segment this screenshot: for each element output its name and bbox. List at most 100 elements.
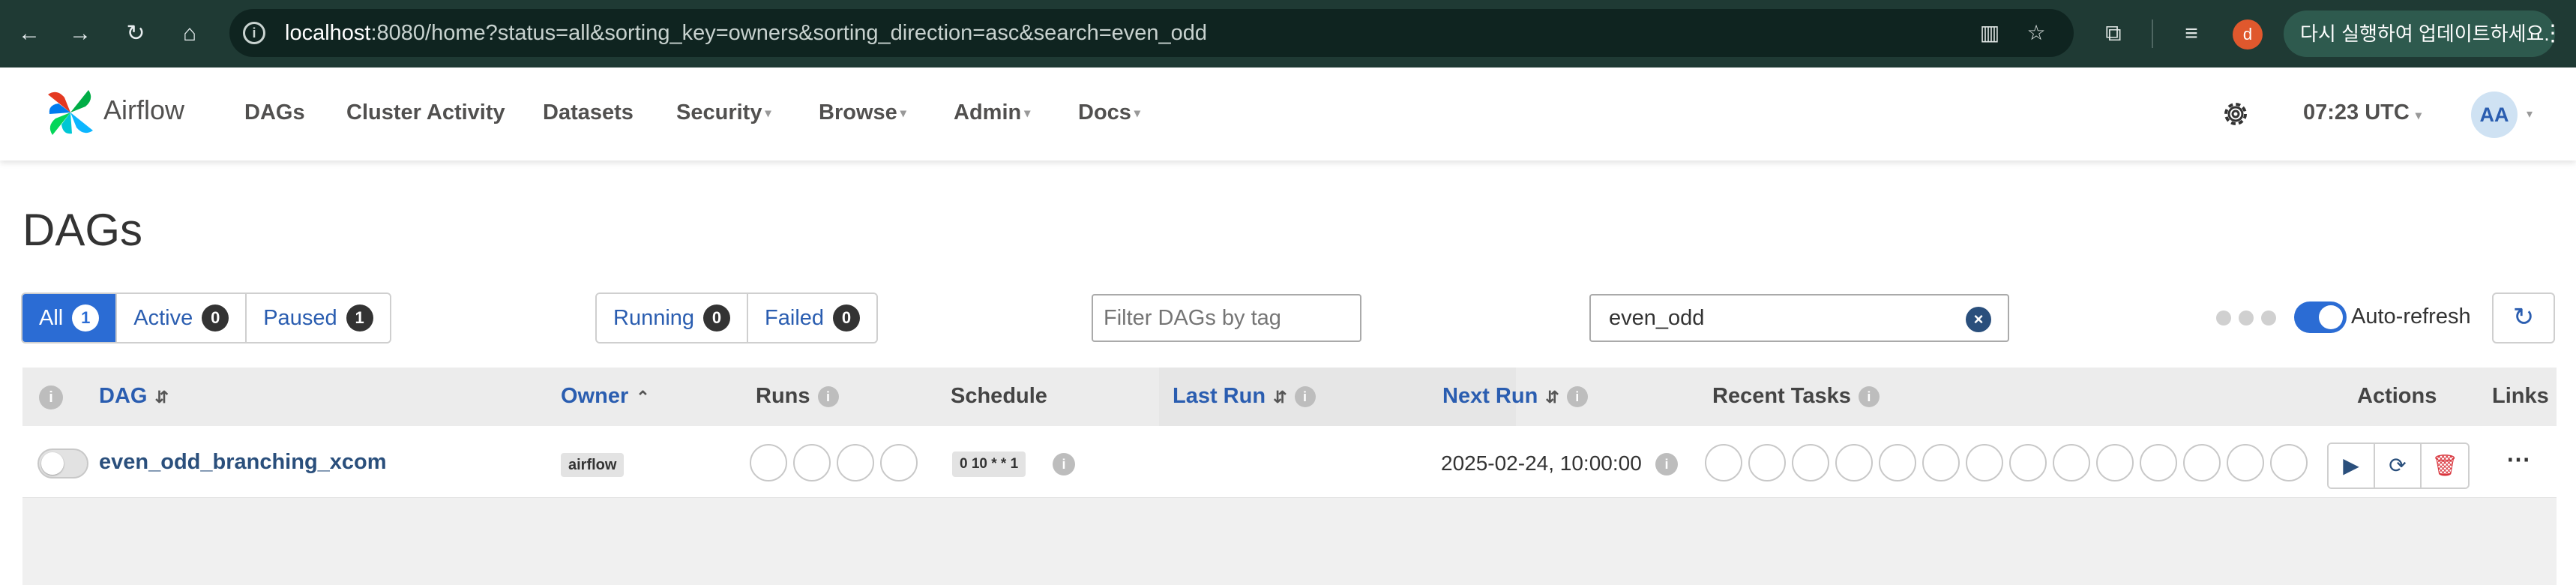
- airflow-logo-icon[interactable]: [42, 84, 99, 141]
- header-actions: Actions: [2357, 384, 2437, 408]
- reload-icon[interactable]: ↻: [118, 16, 153, 51]
- app-navbar: Airflow DAGs Cluster Activity Datasets S…: [0, 68, 2576, 160]
- owner-badge[interactable]: airflow: [561, 453, 625, 477]
- filter-paused-button[interactable]: Paused 1: [247, 294, 390, 342]
- task-state-circle[interactable]: [2096, 444, 2134, 482]
- nav-dags[interactable]: DAGs: [244, 100, 305, 125]
- address-url[interactable]: localhost:8080/home?status=all&sorting_k…: [285, 21, 1207, 46]
- run-state-circle[interactable]: [750, 444, 787, 482]
- header-dag[interactable]: DAG ⇵: [99, 384, 169, 409]
- count-badge: 1: [72, 304, 100, 332]
- nav-browse[interactable]: Browse ▾: [819, 100, 906, 125]
- run-state-circle[interactable]: [837, 444, 874, 482]
- info-icon[interactable]: i: [1294, 386, 1316, 407]
- delete-dag-trash-icon[interactable]: 🗑: [2422, 444, 2468, 488]
- task-state-circle[interactable]: [1922, 444, 1960, 482]
- task-state-circle[interactable]: [1879, 444, 1916, 482]
- nav-docs[interactable]: Docs ▾: [1078, 100, 1140, 125]
- sort-icon[interactable]: ⇵: [154, 388, 168, 406]
- more-links-icon[interactable]: ⋯: [2497, 442, 2540, 482]
- search-input[interactable]: even_odd: [1609, 306, 1704, 331]
- profile-avatar[interactable]: d: [2233, 20, 2263, 50]
- task-state-circle[interactable]: [2183, 444, 2221, 482]
- count-badge: 0: [833, 304, 861, 332]
- refresh-dag-icon[interactable]: ⟳: [2375, 444, 2422, 488]
- nav-datasets[interactable]: Datasets: [543, 100, 634, 125]
- dag-actions-group: ▶ ⟳ 🗑: [2327, 442, 2470, 489]
- info-icon[interactable]: i: [817, 386, 839, 407]
- header-runs: Runs i: [756, 384, 839, 409]
- count-badge: 0: [202, 304, 229, 332]
- count-badge: 1: [346, 304, 373, 332]
- browser-menu-icon[interactable]: ⋮: [2542, 16, 2564, 51]
- chevron-down-icon[interactable]: ▾: [2527, 106, 2533, 122]
- dag-search-field[interactable]: even_odd ×: [1589, 294, 2009, 342]
- task-state-circle[interactable]: [2140, 444, 2177, 482]
- task-state-circle[interactable]: [1835, 444, 1873, 482]
- address-bar[interactable]: i localhost:8080/home?status=all&sorting…: [229, 9, 2074, 57]
- task-state-circle[interactable]: [1705, 444, 1742, 482]
- task-state-circle[interactable]: [2009, 444, 2047, 482]
- filter-failed-button[interactable]: Failed 0: [748, 294, 877, 342]
- task-state-circle[interactable]: [1966, 444, 2003, 482]
- run-state-circle[interactable]: [793, 444, 831, 482]
- reading-list-icon[interactable]: ≡: [2174, 16, 2209, 51]
- task-state-circle[interactable]: [1748, 444, 1786, 482]
- dag-id-link[interactable]: even_odd_branching_xcom: [99, 450, 387, 475]
- user-avatar[interactable]: AA: [2471, 92, 2518, 138]
- refresh-icon[interactable]: ↻: [2492, 292, 2555, 344]
- dags-table: i DAG ⇵ Owner ⌃ Runs i Schedule Last Run ⇵ i …: [22, 368, 2557, 585]
- sort-icon[interactable]: ⇵: [1545, 388, 1559, 406]
- info-icon[interactable]: i: [1566, 386, 1588, 407]
- sort-ascending-icon[interactable]: ⌃: [636, 388, 649, 406]
- next-run-value: 2025-02-24, 10:00:00: [1441, 452, 1642, 475]
- schedule-badge[interactable]: 0 10 * * 1: [952, 452, 1026, 477]
- chevron-down-icon: ▾: [2415, 110, 2422, 122]
- filter-all-button[interactable]: All 1: [22, 294, 118, 342]
- count-badge: 0: [703, 304, 731, 332]
- forward-arrow-icon[interactable]: →: [63, 16, 97, 51]
- timezone-clock[interactable]: 07:23 UTC ▾: [2303, 100, 2422, 125]
- header-owner[interactable]: Owner ⌃: [561, 384, 650, 409]
- clear-search-icon[interactable]: ×: [1966, 307, 1991, 332]
- bookmark-star-icon[interactable]: ☆: [2023, 20, 2050, 46]
- nav-security[interactable]: Security ▾: [676, 100, 771, 125]
- nav-admin[interactable]: Admin ▾: [954, 100, 1030, 125]
- home-icon[interactable]: ⌂: [172, 16, 207, 51]
- filter-active-button[interactable]: Active 0: [117, 294, 247, 342]
- header-last-run[interactable]: Last Run ⇵ i: [1173, 384, 1316, 409]
- toolbar-divider: [2152, 20, 2153, 48]
- status-filter-group: All 1 Active 0 Paused 1: [21, 292, 391, 344]
- nav-cluster-activity[interactable]: Cluster Activity: [346, 100, 505, 125]
- info-icon[interactable]: i: [39, 386, 63, 410]
- site-info-icon[interactable]: i: [243, 22, 265, 44]
- update-button[interactable]: 다시 실행하여 업데이트하세요.: [2284, 10, 2555, 57]
- info-icon[interactable]: i: [1655, 453, 1678, 476]
- header-links: Links: [2492, 384, 2549, 408]
- tag-filter-input[interactable]: [1092, 294, 1361, 342]
- translate-icon[interactable]: ▥: [1976, 20, 2003, 46]
- loading-dots: [2216, 310, 2284, 329]
- task-state-circle[interactable]: [1792, 444, 1829, 482]
- run-state-circle[interactable]: [880, 444, 918, 482]
- task-state-circle[interactable]: [2227, 444, 2264, 482]
- task-state-circle[interactable]: [2053, 444, 2090, 482]
- run-state-filter-group: Running 0 Failed 0: [595, 292, 879, 344]
- trigger-dag-play-icon[interactable]: ▶: [2329, 444, 2375, 488]
- back-arrow-icon[interactable]: ←: [12, 16, 46, 51]
- info-icon[interactable]: i: [1858, 386, 1880, 407]
- auto-refresh-toggle[interactable]: [2294, 302, 2347, 333]
- auto-refresh-label: Auto-refresh: [2351, 304, 2471, 328]
- browser-chrome: ← → ↻ ⌂ i localhost:8080/home?status=all…: [0, 0, 2576, 68]
- chevron-down-icon: ▾: [1024, 107, 1031, 121]
- task-state-circle[interactable]: [2270, 444, 2308, 482]
- gear-icon[interactable]: [2219, 98, 2252, 130]
- filter-running-button[interactable]: Running 0: [597, 294, 749, 342]
- info-icon[interactable]: i: [1053, 453, 1075, 476]
- extensions-icon[interactable]: ⧉: [2096, 16, 2131, 51]
- sort-icon[interactable]: ⇵: [1273, 388, 1287, 406]
- page-title: DAGs: [22, 205, 143, 255]
- brand-name[interactable]: Airflow: [103, 94, 184, 126]
- header-next-run[interactable]: Next Run ⇵ i: [1442, 384, 1588, 409]
- dag-pause-toggle[interactable]: [37, 448, 88, 478]
